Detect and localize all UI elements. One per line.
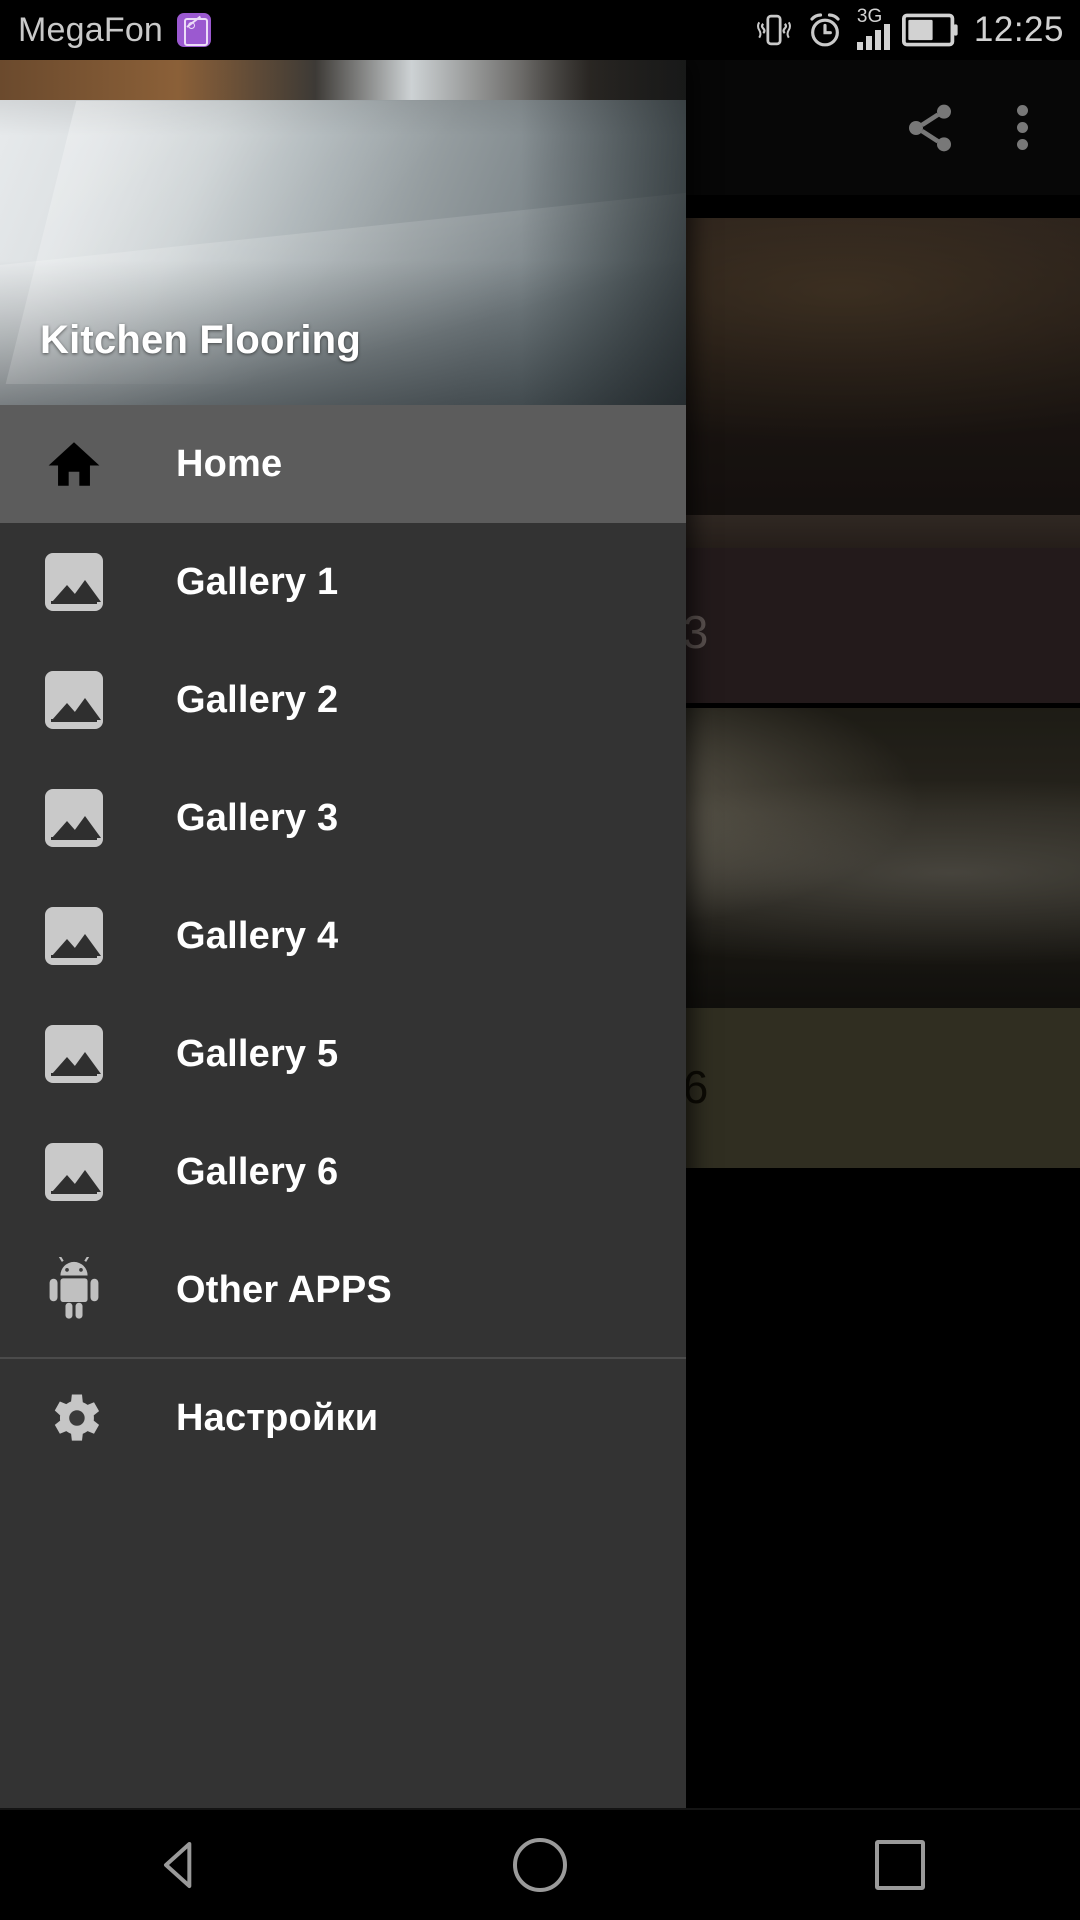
signal-bars-icon — [856, 24, 890, 50]
header-photo-vignette — [521, 60, 686, 405]
network-indicator: 3G — [856, 6, 890, 50]
sidebar-item-label: Gallery 3 — [176, 796, 339, 839]
image-icon-wrap — [38, 789, 110, 847]
android-icon-wrap — [38, 1257, 110, 1323]
image-icon-wrap — [38, 1143, 110, 1201]
sidebar-item-settings[interactable]: Настройки — [0, 1359, 686, 1477]
system-navigation-bar — [0, 1808, 1080, 1920]
image-icon-wrap — [38, 553, 110, 611]
home-icon — [48, 442, 100, 486]
back-icon — [164, 1842, 192, 1888]
sidebar-item-label: Gallery 1 — [176, 560, 339, 603]
image-icon — [45, 907, 103, 965]
image-icon — [45, 1025, 103, 1083]
sidebar-item-gallery-2[interactable]: Gallery 2 — [0, 641, 686, 759]
vibrate-icon — [756, 14, 791, 46]
sidebar-item-gallery-3[interactable]: Gallery 3 — [0, 759, 686, 877]
status-bar: MegaFon 3G 12:25 — [0, 0, 1080, 60]
sidebar-item-label: Gallery 4 — [176, 914, 339, 957]
sidebar-item-label: Gallery 6 — [176, 1150, 339, 1193]
status-bar-clock: 12:25 — [973, 10, 1064, 49]
gear-icon-wrap — [38, 1386, 110, 1450]
drawer-item-list: Home Gallery 1 Gallery 2 Gallery 3 Galle… — [0, 405, 686, 1477]
back-button[interactable] — [80, 1810, 280, 1920]
recents-square-icon — [875, 1840, 925, 1890]
image-icon — [45, 671, 103, 729]
sidebar-item-label: Настройки — [176, 1396, 379, 1439]
home-icon-wrap — [38, 435, 110, 493]
phone-screen: allery 3 allery 6 Kitchen Flooring — [0, 0, 1080, 1920]
network-type-label: 3G — [856, 6, 883, 27]
sidebar-item-gallery-4[interactable]: Gallery 4 — [0, 877, 686, 995]
alarm-clock-icon — [810, 13, 840, 47]
battery-icon — [901, 13, 958, 47]
carrier-name: MegaFon — [18, 10, 164, 49]
sidebar-item-label: Home — [176, 442, 283, 485]
gear-icon — [54, 1394, 100, 1441]
navigation-drawer: Kitchen Flooring Home Gallery 1 Gallery … — [0, 60, 686, 1810]
image-icon-wrap — [38, 907, 110, 965]
recents-button[interactable] — [800, 1810, 1000, 1920]
sidebar-item-label: Gallery 5 — [176, 1032, 339, 1075]
sidebar-item-gallery-5[interactable]: Gallery 5 — [0, 995, 686, 1113]
sidebar-item-gallery-6[interactable]: Gallery 6 — [0, 1113, 686, 1231]
image-icon-wrap — [38, 1025, 110, 1083]
sidebar-item-label: Other APPS — [176, 1268, 392, 1311]
drawer-header: Kitchen Flooring — [0, 60, 686, 405]
sidebar-item-home[interactable]: Home — [0, 405, 686, 523]
image-icon-wrap — [38, 671, 110, 729]
status-bar-icons: 3G 12:25 — [755, 6, 1064, 50]
image-icon — [45, 553, 103, 611]
sidebar-item-other-apps[interactable]: Other APPS — [0, 1231, 686, 1349]
photo-badge-icon — [177, 13, 212, 47]
image-icon — [45, 1143, 103, 1201]
sidebar-item-label: Gallery 2 — [176, 678, 339, 721]
drawer-title: Kitchen Flooring — [40, 318, 361, 362]
home-circle-icon — [513, 1838, 567, 1892]
sidebar-item-gallery-1[interactable]: Gallery 1 — [0, 523, 686, 641]
home-button[interactable] — [440, 1810, 640, 1920]
image-icon — [45, 789, 103, 847]
android-icon — [49, 1257, 99, 1319]
